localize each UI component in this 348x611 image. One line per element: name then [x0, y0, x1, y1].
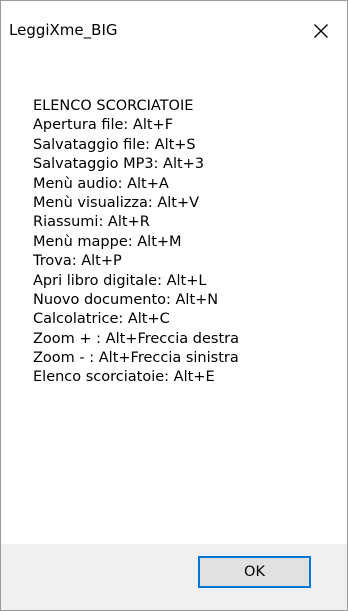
- window-title: LeggiXme_BIG: [9, 21, 118, 39]
- shortcut-item: Menù visualizza: Alt+V: [33, 194, 200, 211]
- shortcut-item: Riassumi: Alt+R: [33, 214, 150, 231]
- message-dialog: LeggiXme_BIG ELENCO SCORCIATOIE Apertura…: [0, 0, 348, 611]
- ok-button[interactable]: OK: [198, 556, 311, 588]
- shortcut-item: Salvataggio file: Alt+S: [33, 136, 196, 153]
- shortcut-item: Apri libro digitale: Alt+L: [33, 272, 207, 289]
- shortcut-item: Zoom - : Alt+Freccia sinistra: [33, 350, 239, 367]
- shortcut-item: Menù mappe: Alt+M: [33, 233, 182, 250]
- message-area: ELENCO SCORCIATOIE Apertura file: Alt+F …: [1, 66, 347, 544]
- close-button[interactable]: [295, 1, 347, 63]
- button-bar: OK: [1, 544, 347, 610]
- shortcut-list: ELENCO SCORCIATOIE Apertura file: Alt+F …: [33, 97, 239, 388]
- shortcut-item: Calcolatrice: Alt+C: [33, 311, 170, 328]
- shortcut-item: Apertura file: Alt+F: [33, 117, 174, 134]
- shortcut-item: Trova: Alt+P: [33, 253, 122, 270]
- shortcut-item: Nuovo documento: Alt+N: [33, 291, 219, 308]
- shortcut-item: Zoom + : Alt+Freccia destra: [33, 330, 239, 347]
- title-bar: LeggiXme_BIG: [1, 1, 347, 66]
- close-icon: [314, 23, 328, 38]
- shortcut-list-heading: ELENCO SCORCIATOIE: [33, 98, 194, 114]
- shortcut-item: Elenco scorciatoie: Alt+E: [33, 369, 215, 386]
- shortcut-item: Salvataggio MP3: Alt+3: [33, 156, 205, 173]
- shortcut-item: Menù audio: Alt+A: [33, 175, 169, 192]
